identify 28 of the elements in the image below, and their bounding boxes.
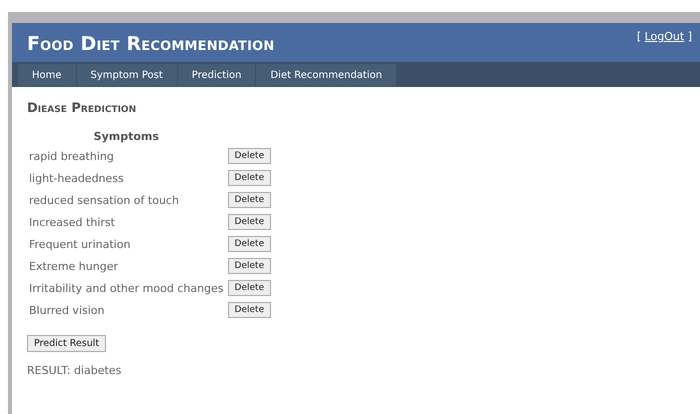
delete-button[interactable]: Delete: [228, 192, 272, 208]
menu-tab[interactable]: Diet Recommendation: [256, 64, 396, 86]
delete-button[interactable]: Delete: [228, 236, 272, 252]
symptom-name: Blurred vision: [29, 304, 104, 316]
symptom-name: Frequent urination: [29, 238, 130, 250]
page-heading: Diease Prediction: [27, 101, 138, 116]
symptom-name: Increased thirst: [29, 216, 115, 228]
site-title: Food Diet Recommendation: [27, 33, 274, 55]
delete-button[interactable]: Delete: [228, 280, 272, 296]
delete-button[interactable]: Delete: [228, 258, 272, 274]
result-text: RESULT: diabetes: [27, 364, 122, 377]
menu-tab[interactable]: Symptom Post: [76, 64, 177, 86]
menu-tab[interactable]: Prediction: [178, 64, 256, 86]
symptom-name: Extreme hunger: [29, 260, 118, 272]
delete-button[interactable]: Delete: [228, 170, 272, 186]
symptom-name: rapid breathing: [29, 150, 114, 162]
predict-button[interactable]: Predict Result: [27, 335, 106, 352]
logout-link[interactable]: LogOut: [644, 30, 684, 43]
bracket-text: [: [636, 30, 642, 43]
delete-button[interactable]: Delete: [228, 302, 272, 318]
symptom-name: light-headedness: [29, 172, 124, 184]
bracket-text: ]: [688, 30, 692, 43]
delete-button[interactable]: Delete: [228, 148, 272, 164]
menu-tab[interactable]: Home: [18, 64, 76, 86]
symptom-name: reduced sensation of touch: [29, 194, 179, 206]
symptom-name: Irritability and other mood changes: [29, 282, 224, 294]
column-header: Symptoms: [92, 129, 160, 145]
delete-button[interactable]: Delete: [228, 214, 272, 230]
